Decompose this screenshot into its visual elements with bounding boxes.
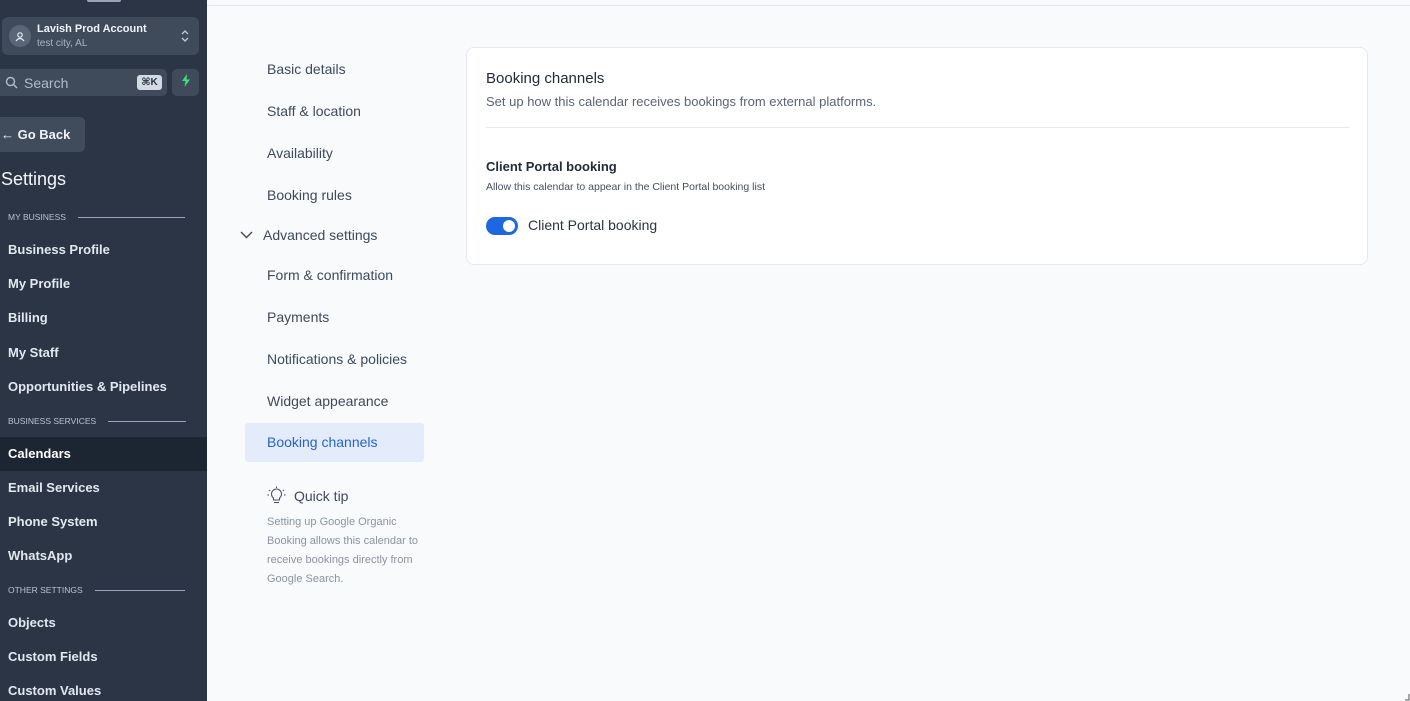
subnav-basic-details[interactable]: Basic details <box>267 61 346 77</box>
search-icon <box>5 76 18 94</box>
sidebar-item-opportunities-pipelines[interactable]: Opportunities & Pipelines <box>0 370 207 404</box>
search-input[interactable]: Search ⌘K <box>0 69 167 96</box>
section-divider <box>108 420 187 422</box>
sidebar-item-business-profile[interactable]: Business Profile <box>0 233 207 267</box>
subnav-payments[interactable]: Payments <box>267 309 329 325</box>
toggle-knob <box>503 220 515 232</box>
subnav-booking-rules[interactable]: Booking rules <box>267 187 352 203</box>
section-divider <box>94 589 185 591</box>
card-divider <box>486 127 1350 128</box>
header-divider <box>207 5 1410 6</box>
card-title: Booking channels <box>486 70 605 87</box>
client-portal-booking-toggle-label[interactable]: Client Portal booking <box>528 217 657 233</box>
client-portal-booking-toggle[interactable] <box>486 217 518 235</box>
sidebar: Lavish Prod Account test city, AL Search… <box>0 0 207 701</box>
lightning-bolt-icon <box>181 73 191 92</box>
sidebar-top-handle <box>87 0 121 2</box>
quick-actions-button[interactable] <box>172 69 199 96</box>
subnav-form-confirmation[interactable]: Form & confirmation <box>267 267 393 283</box>
subnav-booking-channels[interactable]: Booking channels <box>245 423 424 462</box>
sidebar-item-my-staff[interactable]: My Staff <box>0 336 207 370</box>
chevron-up-down-icon <box>180 28 190 44</box>
subnav-widget-appearance[interactable]: Widget appearance <box>267 393 388 409</box>
lightbulb-icon <box>267 486 286 504</box>
client-portal-section-title: Client Portal booking <box>486 159 617 174</box>
sidebar-item-whatsapp[interactable]: WhatsApp <box>0 539 207 573</box>
subnav-staff-location[interactable]: Staff & location <box>267 103 361 119</box>
account-location: test city, AL <box>37 38 88 49</box>
subnav-booking-channels-label: Booking channels <box>267 434 378 450</box>
section-divider <box>77 216 185 218</box>
go-back-button[interactable]: ← Go Back <box>0 117 85 152</box>
section-label-text: BUSINESS SERVICES <box>8 416 97 426</box>
quick-tip-body: Setting up Google Organic Booking allows… <box>267 516 419 585</box>
sidebar-item-custom-values[interactable]: Custom Values <box>0 674 207 701</box>
account-switcher[interactable]: Lavish Prod Account test city, AL <box>2 17 199 55</box>
section-label-my-business: MY BUSINESS <box>8 212 185 222</box>
sidebar-item-calendars[interactable]: Calendars <box>0 437 207 471</box>
sidebar-item-my-profile[interactable]: My Profile <box>0 267 207 301</box>
subnav-availability[interactable]: Availability <box>267 145 333 161</box>
settings-title: Settings <box>1 169 67 189</box>
booking-channels-card: Booking channels Set up how this calenda… <box>466 47 1368 265</box>
sidebar-item-objects[interactable]: Objects <box>0 606 207 640</box>
sidebar-item-email-services[interactable]: Email Services <box>0 471 207 505</box>
client-portal-section-description: Allow this calendar to appear in the Cli… <box>486 181 765 193</box>
section-label-business-services: BUSINESS SERVICES <box>8 416 187 426</box>
resize-corner-icon <box>1405 694 1410 701</box>
quick-tip-title: Quick tip <box>294 488 349 504</box>
sidebar-item-billing[interactable]: Billing <box>0 301 207 335</box>
section-label-text: MY BUSINESS <box>8 212 66 222</box>
sidebar-item-phone-system[interactable]: Phone System <box>0 505 207 539</box>
location-pin-icon <box>9 25 31 47</box>
subnav-advanced-settings-label: Advanced settings <box>263 227 378 243</box>
quick-tip-header: Quick tip <box>267 486 348 506</box>
card-description: Set up how this calendar receives bookin… <box>486 94 877 109</box>
section-label-other-settings: OTHER SETTINGS <box>8 585 185 595</box>
search-shortcut-badge: ⌘K <box>137 75 162 90</box>
search-placeholder: Search <box>24 75 69 91</box>
sidebar-item-custom-fields[interactable]: Custom Fields <box>0 640 207 674</box>
account-name: Lavish Prod Account <box>37 23 147 35</box>
chevron-down-icon <box>240 231 253 239</box>
section-label-text: OTHER SETTINGS <box>8 585 83 595</box>
subnav-advanced-settings[interactable]: Advanced settings <box>240 227 377 243</box>
subnav-notifications-policies[interactable]: Notifications & policies <box>267 351 407 367</box>
